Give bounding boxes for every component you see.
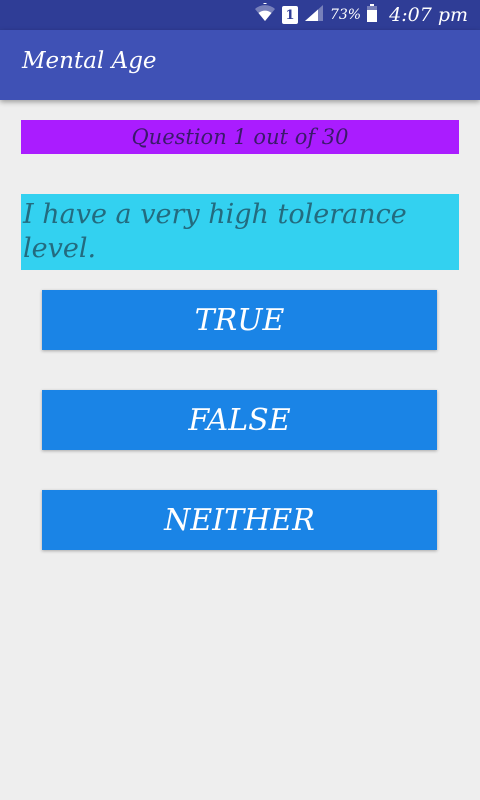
sim-icon: 1 <box>281 6 298 24</box>
battery-icon <box>367 4 378 26</box>
status-bar: 1 73% 4:07 pm <box>0 0 480 30</box>
question-counter: Question 1 out of 30 <box>21 120 459 154</box>
false-button[interactable]: FALSE <box>42 390 437 450</box>
question-box: I have a very high tolerance level. <box>21 194 459 270</box>
neither-button[interactable]: NEITHER <box>42 490 437 550</box>
signal-icon <box>304 4 324 26</box>
app-bar: Mental Age <box>0 30 480 100</box>
clock: 4:07 pm <box>389 4 468 26</box>
app-title: Mental Age <box>22 48 157 74</box>
question-text: I have a very high tolerance level. <box>23 199 407 264</box>
status-icons: 1 73% 4:07 pm <box>254 0 468 30</box>
wifi-icon <box>254 2 276 27</box>
true-button[interactable]: TRUE <box>42 290 437 350</box>
battery-percentage: 73% <box>329 7 362 23</box>
